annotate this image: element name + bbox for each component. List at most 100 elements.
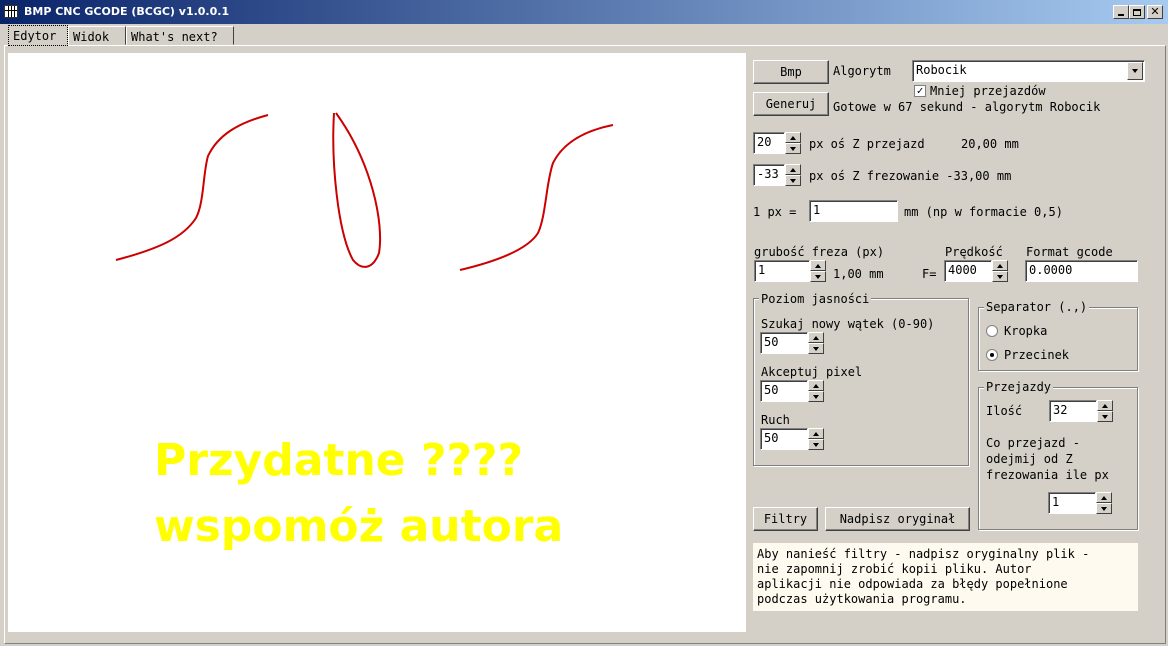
passes-count-label: Ilość [986,404,1023,418]
spin-down-button[interactable] [785,143,801,154]
preview-canvas[interactable]: Przydatne ???? wspomóż autora [8,53,746,632]
close-icon: ✕ [1150,5,1160,18]
toolpath-middle [332,112,382,268]
maximize-button[interactable] [1129,5,1145,19]
cutter-input[interactable]: 1 [754,260,810,282]
spin-down-button[interactable] [1096,503,1112,514]
search-thread-label: Szukaj nowy wątek (0-90) [761,317,935,331]
z-travel-stepper[interactable] [785,132,801,154]
spin-down-button[interactable] [992,271,1008,282]
cutter-label: grubość freza (px) [754,245,885,259]
spin-up-button[interactable] [810,260,826,271]
accept-pixel-stepper[interactable] [808,380,824,402]
z-mill-label: px oś Z frezowanie -33,00 mm [809,169,1012,183]
overwrite-original-button[interactable]: Nadpisz oryginał [825,507,970,531]
arrow-up-icon [813,431,819,436]
spin-up-button[interactable] [785,132,801,143]
accept-pixel-label: Akceptuj pixel [761,365,863,379]
separator-comma-radio[interactable] [986,349,998,361]
speed-input[interactable]: 4000 [944,260,992,282]
speed-stepper[interactable] [992,260,1008,282]
arrow-down-icon [790,146,796,151]
app-grid-icon [4,5,18,18]
spin-up-button[interactable] [808,380,824,391]
tab-widok[interactable]: Widok [68,26,126,45]
cutter-mm: 1,00 mm [833,267,884,281]
maximize-icon [1133,8,1141,16]
spin-up-button[interactable] [808,332,824,343]
fewer-passes-checkbox[interactable]: ✓ [914,85,926,97]
arrow-up-icon [813,335,819,340]
px-hint: mm (np w formacie 0,5) [904,205,1063,219]
spin-down-button[interactable] [808,343,824,354]
chevron-down-icon [1132,69,1138,73]
spin-down-button[interactable] [810,271,826,282]
bmp-button[interactable]: Bmp [753,60,829,84]
arrow-down-icon [1102,414,1108,419]
spin-up-button[interactable] [1096,492,1112,503]
toolpath-left [115,114,269,261]
spin-up-button[interactable] [992,260,1008,271]
spin-down-button[interactable] [808,391,824,402]
separator-title: Separator (.,) [984,300,1090,314]
passes-count-stepper[interactable] [1097,400,1113,422]
accept-pixel-input[interactable]: 50 [760,380,808,402]
cutter-stepper[interactable] [810,260,826,282]
passes-subtract-input[interactable]: 1 [1048,492,1096,514]
window-title: BMP CNC GCODE (BCGC) v1.0.0.1 [24,5,230,18]
spin-up-button[interactable] [785,164,801,175]
algorithm-select[interactable]: Robocik [912,60,1145,82]
algorithm-value: Robocik [916,63,967,77]
z-mill-input[interactable]: -33 [753,164,785,186]
z-travel-input[interactable]: 20 [753,132,785,154]
spin-up-button[interactable] [808,428,824,439]
spin-down-button[interactable] [1097,411,1113,422]
arrow-down-icon [790,178,796,183]
move-stepper[interactable] [808,428,824,450]
promo-line-2: wspomóż autora [154,501,564,552]
filters-button[interactable]: Filtry [753,507,818,531]
separator-dot-label: Kropka [1004,324,1048,338]
spin-down-button[interactable] [808,439,824,450]
brightness-title: Poziom jasności [759,292,872,306]
move-label: Ruch [761,413,790,427]
checkmark-icon: ✓ [916,84,924,97]
arrow-up-icon [813,383,819,388]
notice-text: Aby nanieść filtry - nadpisz oryginalny … [753,543,1138,611]
passes-subtract-label: Co przejazd - odejmij od Z frezowania il… [986,436,1109,482]
spin-up-button[interactable] [1097,400,1113,411]
gcode-format-input[interactable]: 0.0000 [1025,260,1138,282]
move-input[interactable]: 50 [760,428,808,450]
tab-edytor[interactable]: Edytor [8,25,68,46]
separator-dot-radio[interactable] [986,325,998,337]
px-size-input[interactable]: 1 [809,200,898,222]
arrow-down-icon [815,274,821,279]
tab-whats-next[interactable]: What's next? [126,26,234,45]
search-thread-input[interactable]: 50 [760,332,808,354]
px-label: 1 px = [753,205,797,219]
passes-subtract-stepper[interactable] [1096,492,1112,514]
close-button[interactable]: ✕ [1147,5,1163,19]
z-mill-stepper[interactable] [785,164,801,186]
search-thread-stepper[interactable] [808,332,824,354]
generate-button[interactable]: Generuj [753,92,829,116]
algorithm-dropdown-button[interactable] [1127,62,1143,80]
fewer-passes-label: Mniej przejazdów [930,84,1046,98]
arrow-up-icon [790,167,796,172]
speed-prefix: F= [922,267,937,281]
algorithm-label: Algorytm [833,64,891,78]
speed-label: Prędkość [945,245,1003,259]
status-text: Gotowe w 67 sekund - algorytm Robocik [833,100,1101,114]
separator-comma-label: Przecinek [1004,348,1070,362]
arrow-up-icon [1101,495,1107,500]
minimize-button[interactable] [1113,5,1129,19]
passes-count-input[interactable]: 32 [1049,400,1097,422]
arrow-down-icon [997,274,1003,279]
gcode-format-label: Format gcode [1026,245,1113,259]
passes-title: Przejazdy [984,380,1054,394]
arrow-up-icon [1102,403,1108,408]
arrow-down-icon [1101,506,1107,511]
arrow-down-icon [813,394,819,399]
spin-down-button[interactable] [785,175,801,186]
toolpath-right [459,124,614,271]
